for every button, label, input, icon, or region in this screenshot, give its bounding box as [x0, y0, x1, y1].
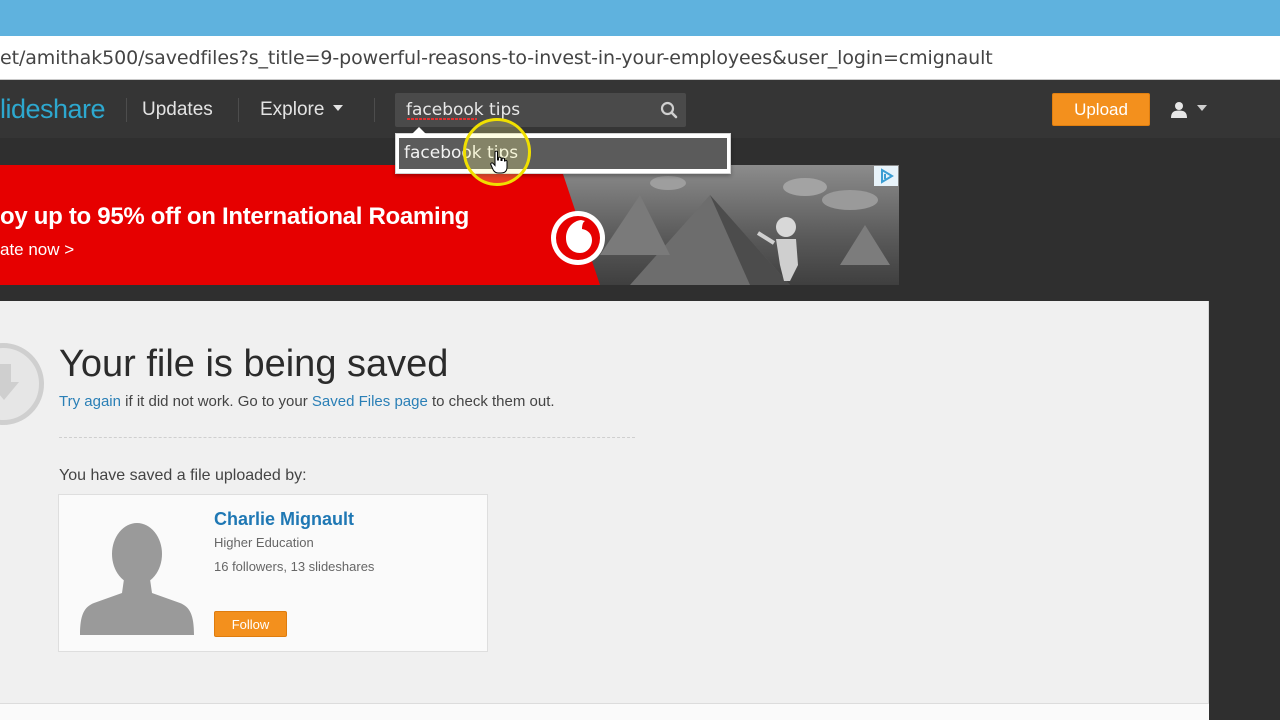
saved-by-label: You have saved a file uploaded by:: [59, 467, 307, 484]
adchoices-icon[interactable]: [874, 166, 898, 186]
address-url[interactable]: et/amithak500/savedfiles?s_title=9-power…: [0, 47, 993, 69]
roaming-ad-banner[interactable]: oy up to 95% off on International Roamin…: [0, 165, 899, 285]
search-icon: [660, 101, 677, 119]
upload-button[interactable]: Upload: [1052, 93, 1150, 126]
instruction-text: if it did not work. Go to your: [120, 393, 312, 410]
try-again-link[interactable]: Try again: [59, 393, 121, 410]
instruction-text-end: to check them out.: [427, 393, 555, 410]
vodafone-logo-icon: [556, 216, 600, 260]
uploader-stats: 16 followers, 13 slideshares: [214, 559, 375, 574]
pyramid-illustration: [600, 176, 890, 285]
chevron-down-icon: [333, 104, 344, 111]
dropdown-notch: [412, 127, 426, 134]
top-navigation: lideshare Updates Explore Upload: [0, 80, 1280, 138]
saved-files-link[interactable]: Saved Files page: [312, 393, 428, 410]
chevron-down-icon: [1197, 105, 1207, 111]
nav-divider: [374, 98, 375, 122]
nav-explore-menu[interactable]: Explore: [260, 99, 344, 121]
nav-divider: [126, 98, 127, 122]
save-instructions: Try again if it did not work. Go to your…: [59, 393, 555, 410]
uploader-card: Charlie Mignault Higher Education 16 fol…: [58, 494, 488, 652]
vodafone-logo: [551, 211, 605, 265]
search-suggestions-dropdown: facebook tips: [395, 127, 731, 174]
spellcheck-underline: [407, 118, 477, 120]
ad-info-icon: [881, 168, 894, 184]
user-icon: [1171, 102, 1187, 118]
dashed-divider: [59, 437, 635, 438]
search-input[interactable]: [395, 93, 650, 127]
browser-title-bar: [0, 0, 1280, 36]
uploader-category: Higher Education: [214, 535, 314, 550]
ad-pyramid-scene: [560, 165, 899, 285]
slideshare-logo[interactable]: lideshare: [0, 94, 106, 125]
suggestion-item[interactable]: facebook tips: [399, 138, 727, 169]
nav-explore-label: Explore: [260, 99, 325, 120]
nav-updates-link[interactable]: Updates: [142, 99, 213, 121]
user-menu[interactable]: [1170, 98, 1210, 122]
ad-cta-link[interactable]: ate now >: [0, 240, 74, 260]
search-box: [395, 93, 686, 127]
search-button[interactable]: [651, 93, 686, 127]
follow-button[interactable]: Follow: [214, 611, 287, 637]
avatar[interactable]: [80, 519, 194, 635]
ad-headline: oy up to 95% off on International Roamin…: [0, 203, 470, 230]
save-confirmation-panel: Your file is being saved Try again if it…: [0, 301, 1209, 720]
browser-address-bar[interactable]: et/amithak500/savedfiles?s_title=9-power…: [0, 36, 1280, 80]
download-icon: [0, 343, 44, 425]
download-arrow-icon: [0, 364, 19, 400]
uploader-name-link[interactable]: Charlie Mignault: [214, 509, 354, 530]
page-title: Your file is being saved: [59, 343, 449, 385]
nav-divider: [238, 98, 239, 122]
panel-footer-edge: [0, 703, 1209, 720]
